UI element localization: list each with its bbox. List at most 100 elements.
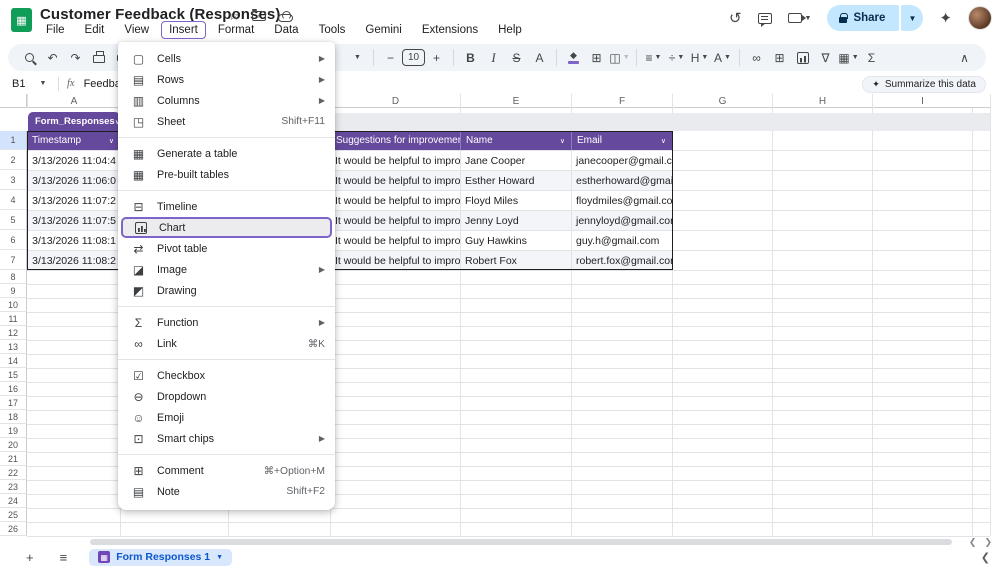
select-all-corner[interactable] [0, 94, 27, 108]
column-header-G[interactable]: G [672, 94, 772, 108]
show-side-panel-icon[interactable]: ❮ [981, 551, 990, 564]
menu-item-columns[interactable]: ▥ Columns ▶ [118, 90, 335, 111]
menu-item-function[interactable]: Σ Function ▶ [118, 312, 335, 333]
row-header-24[interactable]: 24 [0, 494, 27, 508]
cell-email-row5[interactable]: jennyloyd@gmail.com [572, 211, 672, 230]
menu-item-generate-a-table[interactable]: ▦ Generate a table [118, 143, 335, 164]
menu-item-pivot-table[interactable]: ⇄ Pivot table [118, 238, 335, 259]
text-rotation-button[interactable]: A ▼ [711, 46, 734, 69]
scroll-left-icon[interactable]: ❮ [969, 537, 977, 548]
row-header-5[interactable]: 5 [0, 210, 27, 230]
menu-item-sheet[interactable]: ◳ Sheet Shift+F11 [118, 111, 335, 132]
row-header-25[interactable]: 25 [0, 508, 27, 522]
menu-item-pre-built-tables[interactable]: ▦ Pre-built tables [118, 164, 335, 185]
all-sheets-button[interactable]: ≡ [60, 550, 68, 565]
strikethrough-button[interactable]: S [505, 46, 528, 69]
column-header-H[interactable]: H [772, 94, 872, 108]
cell-name-row7[interactable]: Robert Fox [461, 251, 571, 270]
column-header-E[interactable]: E [460, 94, 571, 108]
menubar-item-extensions[interactable]: Extensions [414, 21, 486, 39]
cell-timestamp-row2[interactable]: 3/13/2026 11:04:4 [28, 151, 120, 170]
cell-suggestion-row5[interactable]: It would be helpful to improve page [331, 211, 460, 230]
text-color-button[interactable]: A [528, 46, 551, 69]
cell-timestamp-row6[interactable]: 3/13/2026 11:08:1 [28, 231, 120, 250]
move-folder-icon[interactable]: › [251, 9, 266, 21]
row-header-11[interactable]: 11 [0, 312, 27, 326]
print-button[interactable] [87, 46, 110, 69]
cell-timestamp-row4[interactable]: 3/13/2026 11:07:2 [28, 191, 120, 210]
menubar-item-insert[interactable]: Insert [161, 21, 206, 39]
row-header-4[interactable]: 4 [0, 190, 27, 210]
menubar-item-edit[interactable]: Edit [77, 21, 113, 39]
menu-item-image[interactable]: ◪ Image ▶ [118, 259, 335, 280]
table-name-chip[interactable]: Form_Responses ∨ [28, 112, 120, 131]
cell-suggestion-row4[interactable]: It would be helpful to improve page [331, 191, 460, 210]
share-button[interactable]: Share [827, 5, 900, 31]
row-header-6[interactable]: 6 [0, 230, 27, 250]
text-wrap-button[interactable]: H ▼ [688, 46, 711, 69]
add-sheet-button[interactable]: + [26, 550, 34, 565]
column-header-D[interactable]: D [330, 94, 460, 108]
header-cell-email[interactable]: Email ∨ [571, 131, 672, 150]
cell-timestamp-row7[interactable]: 3/13/2026 11:08:2 [28, 251, 120, 270]
menu-item-cells[interactable]: ▢ Cells ▶ [118, 48, 335, 69]
create-filter-button[interactable]: ∇ [814, 46, 837, 69]
borders-button[interactable]: ⊞ [585, 46, 608, 69]
menu-item-emoji[interactable]: ☺ Emoji [118, 407, 335, 428]
menu-item-rows[interactable]: ▤ Rows ▶ [118, 69, 335, 90]
version-history-icon[interactable]: ↺ [729, 9, 742, 27]
row-header-10[interactable]: 10 [0, 298, 27, 312]
row-header-2[interactable]: 2 [0, 150, 27, 170]
name-box[interactable]: B1 ▼ [0, 78, 56, 90]
row-header-15[interactable]: 15 [0, 368, 27, 382]
cell-timestamp-row3[interactable]: 3/13/2026 11:06:0 [28, 171, 120, 190]
horizontal-align-button[interactable]: ≡ ▼ [642, 46, 665, 69]
menu-item-chart[interactable]: Chart [121, 217, 332, 238]
row-header-3[interactable]: 3 [0, 170, 27, 190]
cell-email-row2[interactable]: janecooper@gmail.com [572, 151, 672, 170]
merge-cells-button[interactable]: ◫ ▼ [608, 46, 631, 69]
italic-button[interactable]: I [482, 46, 505, 69]
formula-input[interactable]: Feedba [84, 78, 121, 90]
cell-name-row4[interactable]: Floyd Miles [461, 191, 571, 210]
menubar-item-help[interactable]: Help [490, 21, 530, 39]
menu-item-note[interactable]: ▤ Note Shift+F2 [118, 481, 335, 502]
row-header-13[interactable]: 13 [0, 340, 27, 354]
menubar-item-gemini[interactable]: Gemini [357, 21, 409, 39]
menubar-item-file[interactable]: File [38, 21, 73, 39]
row-header-9[interactable]: 9 [0, 284, 27, 298]
sheet-tab-form-responses[interactable]: ▦ Form Responses 1 ▼ [89, 548, 233, 566]
redo-button[interactable]: ↷ [64, 46, 87, 69]
header-cell-suggestions[interactable]: Suggestions for improvement∨ [330, 131, 460, 150]
row-header-26[interactable]: 26 [0, 522, 27, 536]
search-menus-button[interactable] [18, 46, 41, 69]
header-cell-timestamp[interactable]: Timestamp ∨ [27, 131, 120, 150]
cell-name-row3[interactable]: Esther Howard [461, 171, 571, 190]
menu-item-checkbox[interactable]: ☑ Checkbox [118, 365, 335, 386]
menu-item-dropdown[interactable]: ⊖ Dropdown [118, 386, 335, 407]
menu-item-link[interactable]: ∞ Link ⌘K [118, 333, 335, 354]
cell-name-row5[interactable]: Jenny Loyd [461, 211, 571, 230]
share-dropdown-button[interactable]: ▼ [901, 5, 924, 31]
cell-name-row6[interactable]: Guy Hawkins [461, 231, 571, 250]
menubar-item-data[interactable]: Data [266, 21, 306, 39]
row-header-7[interactable]: 7 [0, 250, 27, 270]
menu-item-drawing[interactable]: ◩ Drawing [118, 280, 335, 301]
functions-button[interactable]: Σ [860, 46, 883, 69]
account-avatar[interactable] [968, 6, 992, 30]
video-call-button[interactable]: ▼ [787, 13, 811, 23]
menubar-item-format[interactable]: Format [210, 21, 262, 39]
menubar-item-view[interactable]: View [116, 21, 157, 39]
summarize-data-button[interactable]: ✦ Summarize this data [862, 76, 986, 93]
vertical-align-button[interactable]: ÷ ▼ [665, 46, 688, 69]
font-dropdown-caret[interactable]: ▼ [345, 46, 368, 69]
menu-item-comment[interactable]: ⊞ Comment ⌘+Option+M [118, 460, 335, 481]
row-header-20[interactable]: 20 [0, 438, 27, 452]
cell-suggestion-row2[interactable]: It would be helpful to improve page [331, 151, 460, 170]
menu-item-smart-chips[interactable]: ⊡ Smart chips ▶ [118, 428, 335, 449]
increase-font-button[interactable]: + [425, 46, 448, 69]
hide-toolbar-button[interactable]: ∧ [953, 46, 976, 69]
cell-email-row3[interactable]: estherhoward@gmail.co [572, 171, 672, 190]
column-header-A[interactable]: A [27, 94, 120, 108]
horizontal-scrollbar[interactable] [90, 539, 952, 545]
